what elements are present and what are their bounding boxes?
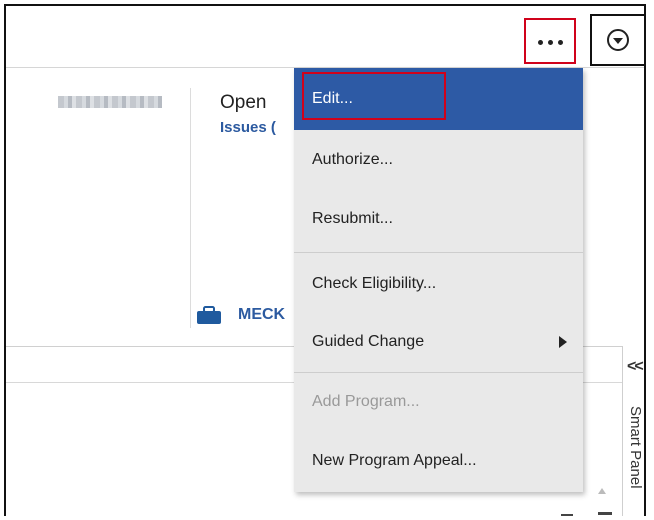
overflow-dot-icon bbox=[547, 40, 553, 45]
menu-item-label: Guided Change bbox=[312, 333, 425, 350]
double-chevron-left-icon[interactable]: << bbox=[627, 358, 644, 376]
submenu-arrow-icon bbox=[559, 336, 567, 348]
scrollbar-handle[interactable] bbox=[561, 514, 573, 516]
status-label: Open bbox=[220, 92, 267, 113]
scroll-up-icon[interactable] bbox=[598, 488, 606, 494]
actions-dropdown-menu: Edit... Authorize... Resubmit... Check E… bbox=[294, 68, 583, 492]
issues-link[interactable]: Issues ( bbox=[220, 119, 276, 136]
menu-item-label: Check Eligibility... bbox=[312, 275, 437, 292]
smart-panel-label[interactable]: Smart Panel bbox=[627, 406, 644, 489]
menu-separator bbox=[294, 372, 583, 373]
overflow-dot-icon bbox=[557, 40, 563, 45]
page-toolbar bbox=[6, 6, 644, 68]
column-divider bbox=[190, 88, 191, 328]
menu-item-authorize[interactable]: Authorize... bbox=[294, 132, 583, 188]
menu-item-new-program-appeal[interactable]: New Program Appeal... bbox=[294, 432, 583, 490]
briefcase-icon bbox=[197, 306, 221, 324]
menu-item-label: New Program Appeal... bbox=[312, 452, 477, 469]
menu-item-check-eligibility[interactable]: Check Eligibility... bbox=[294, 254, 583, 314]
program-link[interactable]: MECK bbox=[238, 306, 285, 324]
redacted-value bbox=[58, 96, 162, 108]
circle-chevron-down-icon bbox=[607, 29, 629, 51]
menu-item-edit[interactable]: Edit... bbox=[294, 68, 583, 130]
menu-item-label: Authorize... bbox=[312, 151, 393, 168]
more-actions-button[interactable] bbox=[524, 18, 576, 64]
menu-item-label: Add Program... bbox=[312, 393, 420, 410]
application-window: Open Issues ( MECK << Smart Panel Edit..… bbox=[4, 4, 646, 516]
menu-item-resubmit[interactable]: Resubmit... bbox=[294, 188, 583, 250]
menu-separator bbox=[294, 252, 583, 253]
collapse-toggle-button[interactable] bbox=[590, 14, 644, 66]
menu-item-label: Resubmit... bbox=[312, 210, 393, 227]
menu-item-add-program: Add Program... bbox=[294, 374, 583, 430]
scrollbar-handle[interactable] bbox=[598, 512, 612, 515]
overflow-dot-icon bbox=[537, 40, 543, 45]
menu-item-guided-change[interactable]: Guided Change bbox=[294, 314, 583, 370]
menu-item-label: Edit... bbox=[312, 90, 353, 107]
smart-panel-rail[interactable]: << Smart Panel bbox=[622, 346, 644, 516]
